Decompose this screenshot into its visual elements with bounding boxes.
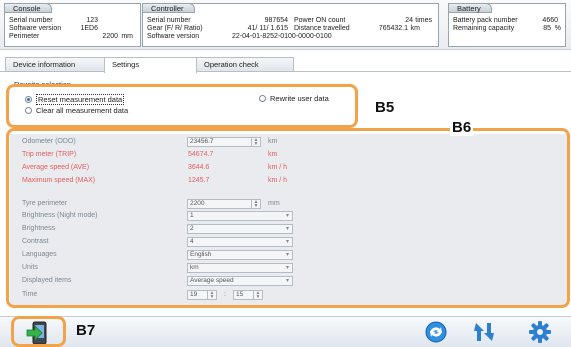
controller-serial-value: 987654 (264, 17, 288, 24)
connect-icon[interactable] (425, 321, 447, 343)
controller-distance-label: Distance travelled (294, 25, 350, 32)
controller-power-label: Power ON count (294, 17, 346, 24)
console-software-value: 1ED6 (80, 25, 98, 32)
callout-b5-frame (6, 84, 358, 128)
controller-power-unit: times (415, 17, 432, 24)
battery-capacity-unit: % (554, 25, 561, 32)
gear-icon[interactable] (528, 320, 552, 344)
controller-distance-value: 765432.1 (378, 25, 408, 32)
controller-serial-label: Serial number (147, 17, 191, 24)
battery-title: Battery (448, 3, 492, 13)
tab-device-information[interactable]: Device information (5, 57, 105, 72)
console-perimeter-label: Perimeter (9, 33, 40, 40)
tab-settings[interactable]: Settings (104, 57, 197, 73)
console-software-label: Software version (9, 25, 62, 32)
callout-b5-label: B5 (373, 99, 397, 116)
refresh-icon[interactable] (472, 319, 496, 345)
console-perimeter-unit: mm (121, 33, 133, 40)
callout-b6-frame (6, 128, 570, 308)
controller-software-label: Software version (147, 33, 200, 40)
controller-distance-unit: km (410, 25, 420, 32)
info-header: Console Serial number 123 Software versi… (0, 0, 571, 50)
controller-gear-value: 41/ 11/ 1.615 (247, 25, 288, 32)
console-serial-label: Serial number (9, 17, 53, 24)
battery-capacity-label: Remaining capacity (453, 25, 515, 32)
battery-pack-label: Battery pack number (453, 17, 518, 24)
controller-title: Controller (142, 3, 195, 13)
callout-b7-label: B7 (76, 322, 96, 339)
tab-operation-check[interactable]: Operation check (196, 57, 294, 72)
callout-b6-label: B6 (450, 119, 474, 136)
console-perimeter-value: 2200 (102, 33, 118, 40)
controller-panel: Controller Serial number 987654 Gear (F/… (142, 3, 439, 47)
battery-capacity-value: 85 (543, 25, 551, 32)
callout-b7-frame (11, 316, 66, 347)
console-panel: Console Serial number 123 Software versi… (4, 3, 141, 47)
controller-power-value: 24 (405, 17, 413, 24)
controller-software-value: 22-04-01-8252-0100-0000-0100 (232, 33, 332, 40)
console-title: Console (4, 3, 52, 13)
controller-gear-label: Gear (F/ R/ Ratio) (147, 25, 203, 32)
battery-pack-value: 4660 (542, 17, 558, 24)
battery-panel: Battery Battery pack number 4660 Remaini… (448, 3, 566, 47)
console-serial-value: 123 (86, 17, 98, 24)
